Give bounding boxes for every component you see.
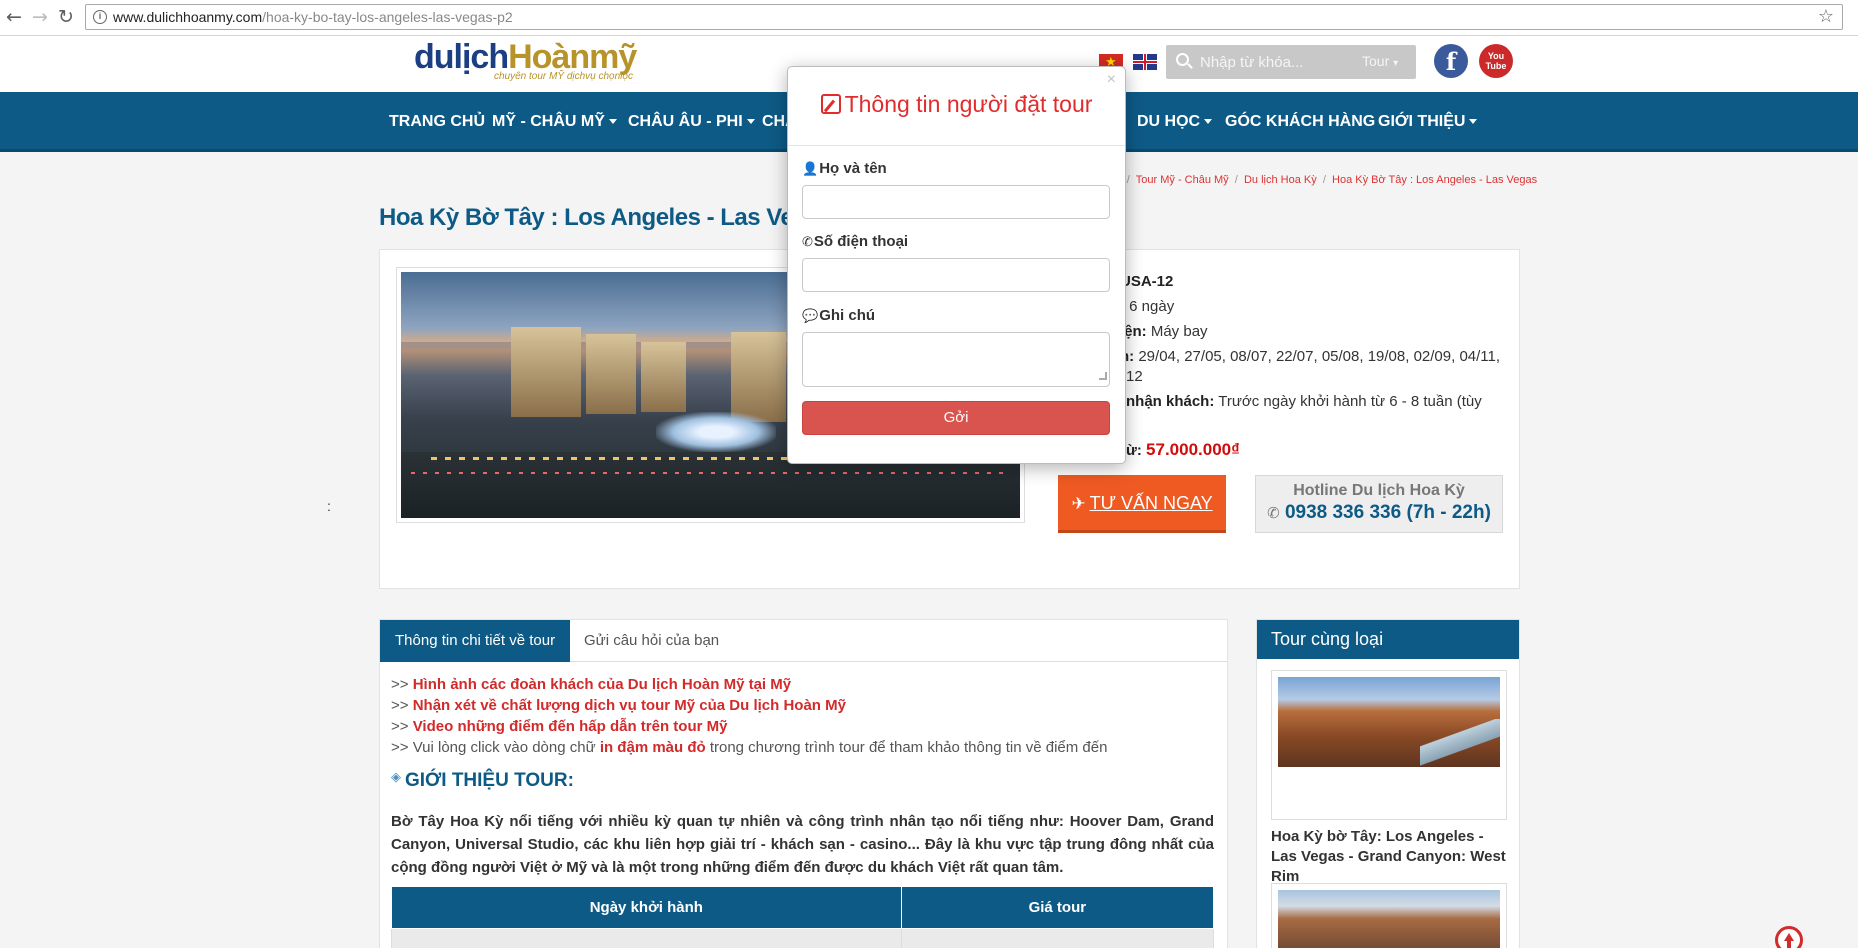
intro-heading: ◈ GIỚI THIỆU TOUR: [391, 770, 574, 791]
booking-modal: × Thông tin người đặt tour 👤Họ và tên ✆S… [787, 66, 1126, 464]
tab-ask-question[interactable]: Gửi câu hỏi của bạn [569, 620, 734, 662]
caret-down-icon [1469, 119, 1478, 125]
nav-item-home[interactable]: TRANG CHỦ [389, 113, 485, 131]
youtube-icon[interactable]: You Tube [1479, 44, 1513, 78]
tour-dates-cont: 12 [1126, 368, 1143, 385]
sidebar-title: Tour cùng loại [1257, 620, 1519, 659]
nav-item-customer-corner[interactable]: GÓC KHÁCH HÀNG [1225, 113, 1375, 131]
browser-address-bar: ← → ↻ i www.dulichhoanmy.com/hoa-ky-bo-t… [0, 0, 1858, 36]
plane-icon: ✈ [1071, 494, 1086, 514]
forward-arrow-icon[interactable]: → [29, 6, 51, 28]
diamond-icon: ◈ [391, 770, 401, 785]
related-tour-title[interactable]: Hoa Kỳ bờ Tây: Los Angeles - Las Vegas -… [1271, 827, 1511, 887]
tab-tour-details[interactable]: Thông tin chi tiết về tour [380, 620, 571, 662]
detail-note: >> Vui lòng click vào dòng chữ in đậm mà… [391, 739, 1108, 756]
search-category-select[interactable]: Tour ▾ [1362, 53, 1398, 69]
modal-title: Thông tin người đặt tour [788, 91, 1125, 118]
english-flag-icon[interactable] [1133, 54, 1157, 70]
phone-field[interactable] [802, 258, 1110, 292]
back-arrow-icon[interactable]: ← [3, 6, 25, 28]
search-input[interactable] [1200, 51, 1350, 73]
hotline-box: Hotline Du lịch Hoa Kỳ ✆ 0938 336 336 (7… [1255, 475, 1503, 533]
phone-label: ✆Số điện thoại [802, 233, 909, 250]
search-bar: Tour ▾ [1166, 45, 1416, 79]
phone-icon: ✆ [1267, 504, 1280, 522]
submit-button[interactable]: Gởi [802, 401, 1110, 435]
tabs-bar: Thông tin chi tiết về tour Gửi câu hỏi c… [380, 620, 1227, 662]
related-tour-card[interactable] [1271, 883, 1507, 948]
intro-text: Bờ Tây Hoa Kỳ nổi tiếng với nhiều kỳ qua… [391, 813, 1214, 876]
tour-price: ừ: 57.000.000₫ [1126, 440, 1240, 459]
caret-down-icon [1204, 119, 1213, 125]
grand-canyon-photo[interactable] [1278, 677, 1500, 767]
comment-icon: 💬 [802, 309, 819, 324]
related-tour-card[interactable] [1271, 670, 1507, 820]
link-service-reviews[interactable]: >> Nhận xét về chất lượng dịch vụ tour M… [391, 697, 846, 714]
note-label: 💬Ghi chú [802, 307, 876, 324]
name-field[interactable] [802, 185, 1110, 219]
phone-icon: ✆ [802, 235, 813, 250]
link-customer-photos[interactable]: >> Hình ảnh các đoàn khách của Du lịch H… [391, 676, 791, 693]
note-textarea[interactable] [802, 332, 1110, 387]
tour-code: USA-12 [1120, 273, 1174, 290]
nav-item-america[interactable]: MỸ - CHÂU MỸ [492, 113, 617, 131]
search-icon[interactable] [1176, 53, 1189, 66]
breadcrumb-item[interactable]: Du lịch Hoa Kỳ [1244, 174, 1317, 186]
related-tours-sidebar: Tour cùng loại Hoa Kỳ bờ Tây: Los Angele… [1256, 619, 1520, 948]
nav-item-study-abroad[interactable]: DU HỌC [1137, 113, 1213, 131]
reload-icon[interactable]: ↻ [55, 6, 77, 28]
breadcrumb: r / Tour Mỹ - Châu Mỹ / Du lịch Hoa Kỳ /… [1117, 174, 1537, 186]
close-icon[interactable]: × [1107, 72, 1116, 88]
consult-now-button[interactable]: ✈ TƯ VẤN NGAY [1058, 475, 1226, 533]
edit-icon [820, 94, 841, 114]
hotline-phone-number[interactable]: 0938 336 336 (7h - 22h) [1285, 502, 1491, 523]
breadcrumb-item[interactable]: Tour Mỹ - Châu Mỹ [1136, 174, 1229, 186]
table-header-price: Giá tour [900, 886, 1215, 929]
bookmark-star-icon[interactable]: ☆ [1818, 6, 1834, 27]
user-icon: 👤 [802, 162, 819, 177]
canyon-photo[interactable] [1278, 890, 1500, 948]
tour-detail-panel: Thông tin chi tiết về tour Gửi câu hỏi c… [379, 619, 1228, 948]
nav-item-about[interactable]: GIỚI THIỆU [1378, 113, 1478, 131]
departure-price-table: Ngày khởi hành Giá tour [391, 886, 1215, 948]
link-destination-videos[interactable]: >> Video những điểm đến hấp dẫn trên tou… [391, 718, 727, 735]
table-header-departure: Ngày khởi hành [391, 886, 902, 929]
scroll-to-top-icon[interactable] [1775, 926, 1803, 948]
resize-grip-icon[interactable] [1099, 372, 1107, 380]
name-label: 👤Họ và tên [802, 160, 887, 177]
facebook-icon[interactable]: f [1434, 44, 1468, 78]
stray-text: : [327, 498, 331, 514]
info-icon[interactable]: i [93, 10, 107, 24]
url-text: www.dulichhoanmy.com/hoa-ky-bo-tay-los-a… [113, 9, 513, 25]
caret-down-icon [608, 119, 617, 125]
table-row [391, 928, 1215, 948]
breadcrumb-current: Hoa Kỳ Bờ Tây : Los Angeles - Las Vegas [1332, 174, 1538, 186]
page-title: Hoa Kỳ Bờ Tây : Los Angeles - Las Vegas [379, 204, 834, 231]
site-logo[interactable]: dulịchHoànmỹ chuyên tour MỸ dịchvụ chọnl… [414, 38, 654, 88]
tour-duration: : 6 ngày [1120, 298, 1175, 315]
tour-dates: h: 29/04, 27/05, 08/07, 22/07, 05/08, 19… [1120, 348, 1501, 365]
modal-divider [788, 145, 1125, 146]
caret-down-icon [746, 119, 755, 125]
nav-item-europe-africa[interactable]: CHÂU ÂU - PHI [628, 113, 755, 131]
tour-transport: iện: Máy bay [1120, 323, 1208, 340]
url-field[interactable]: i www.dulichhoanmy.com/hoa-ky-bo-tay-los… [85, 4, 1843, 30]
tour-deadline: nhận khách: Trước ngày khởi hành từ 6 - … [1126, 393, 1482, 410]
